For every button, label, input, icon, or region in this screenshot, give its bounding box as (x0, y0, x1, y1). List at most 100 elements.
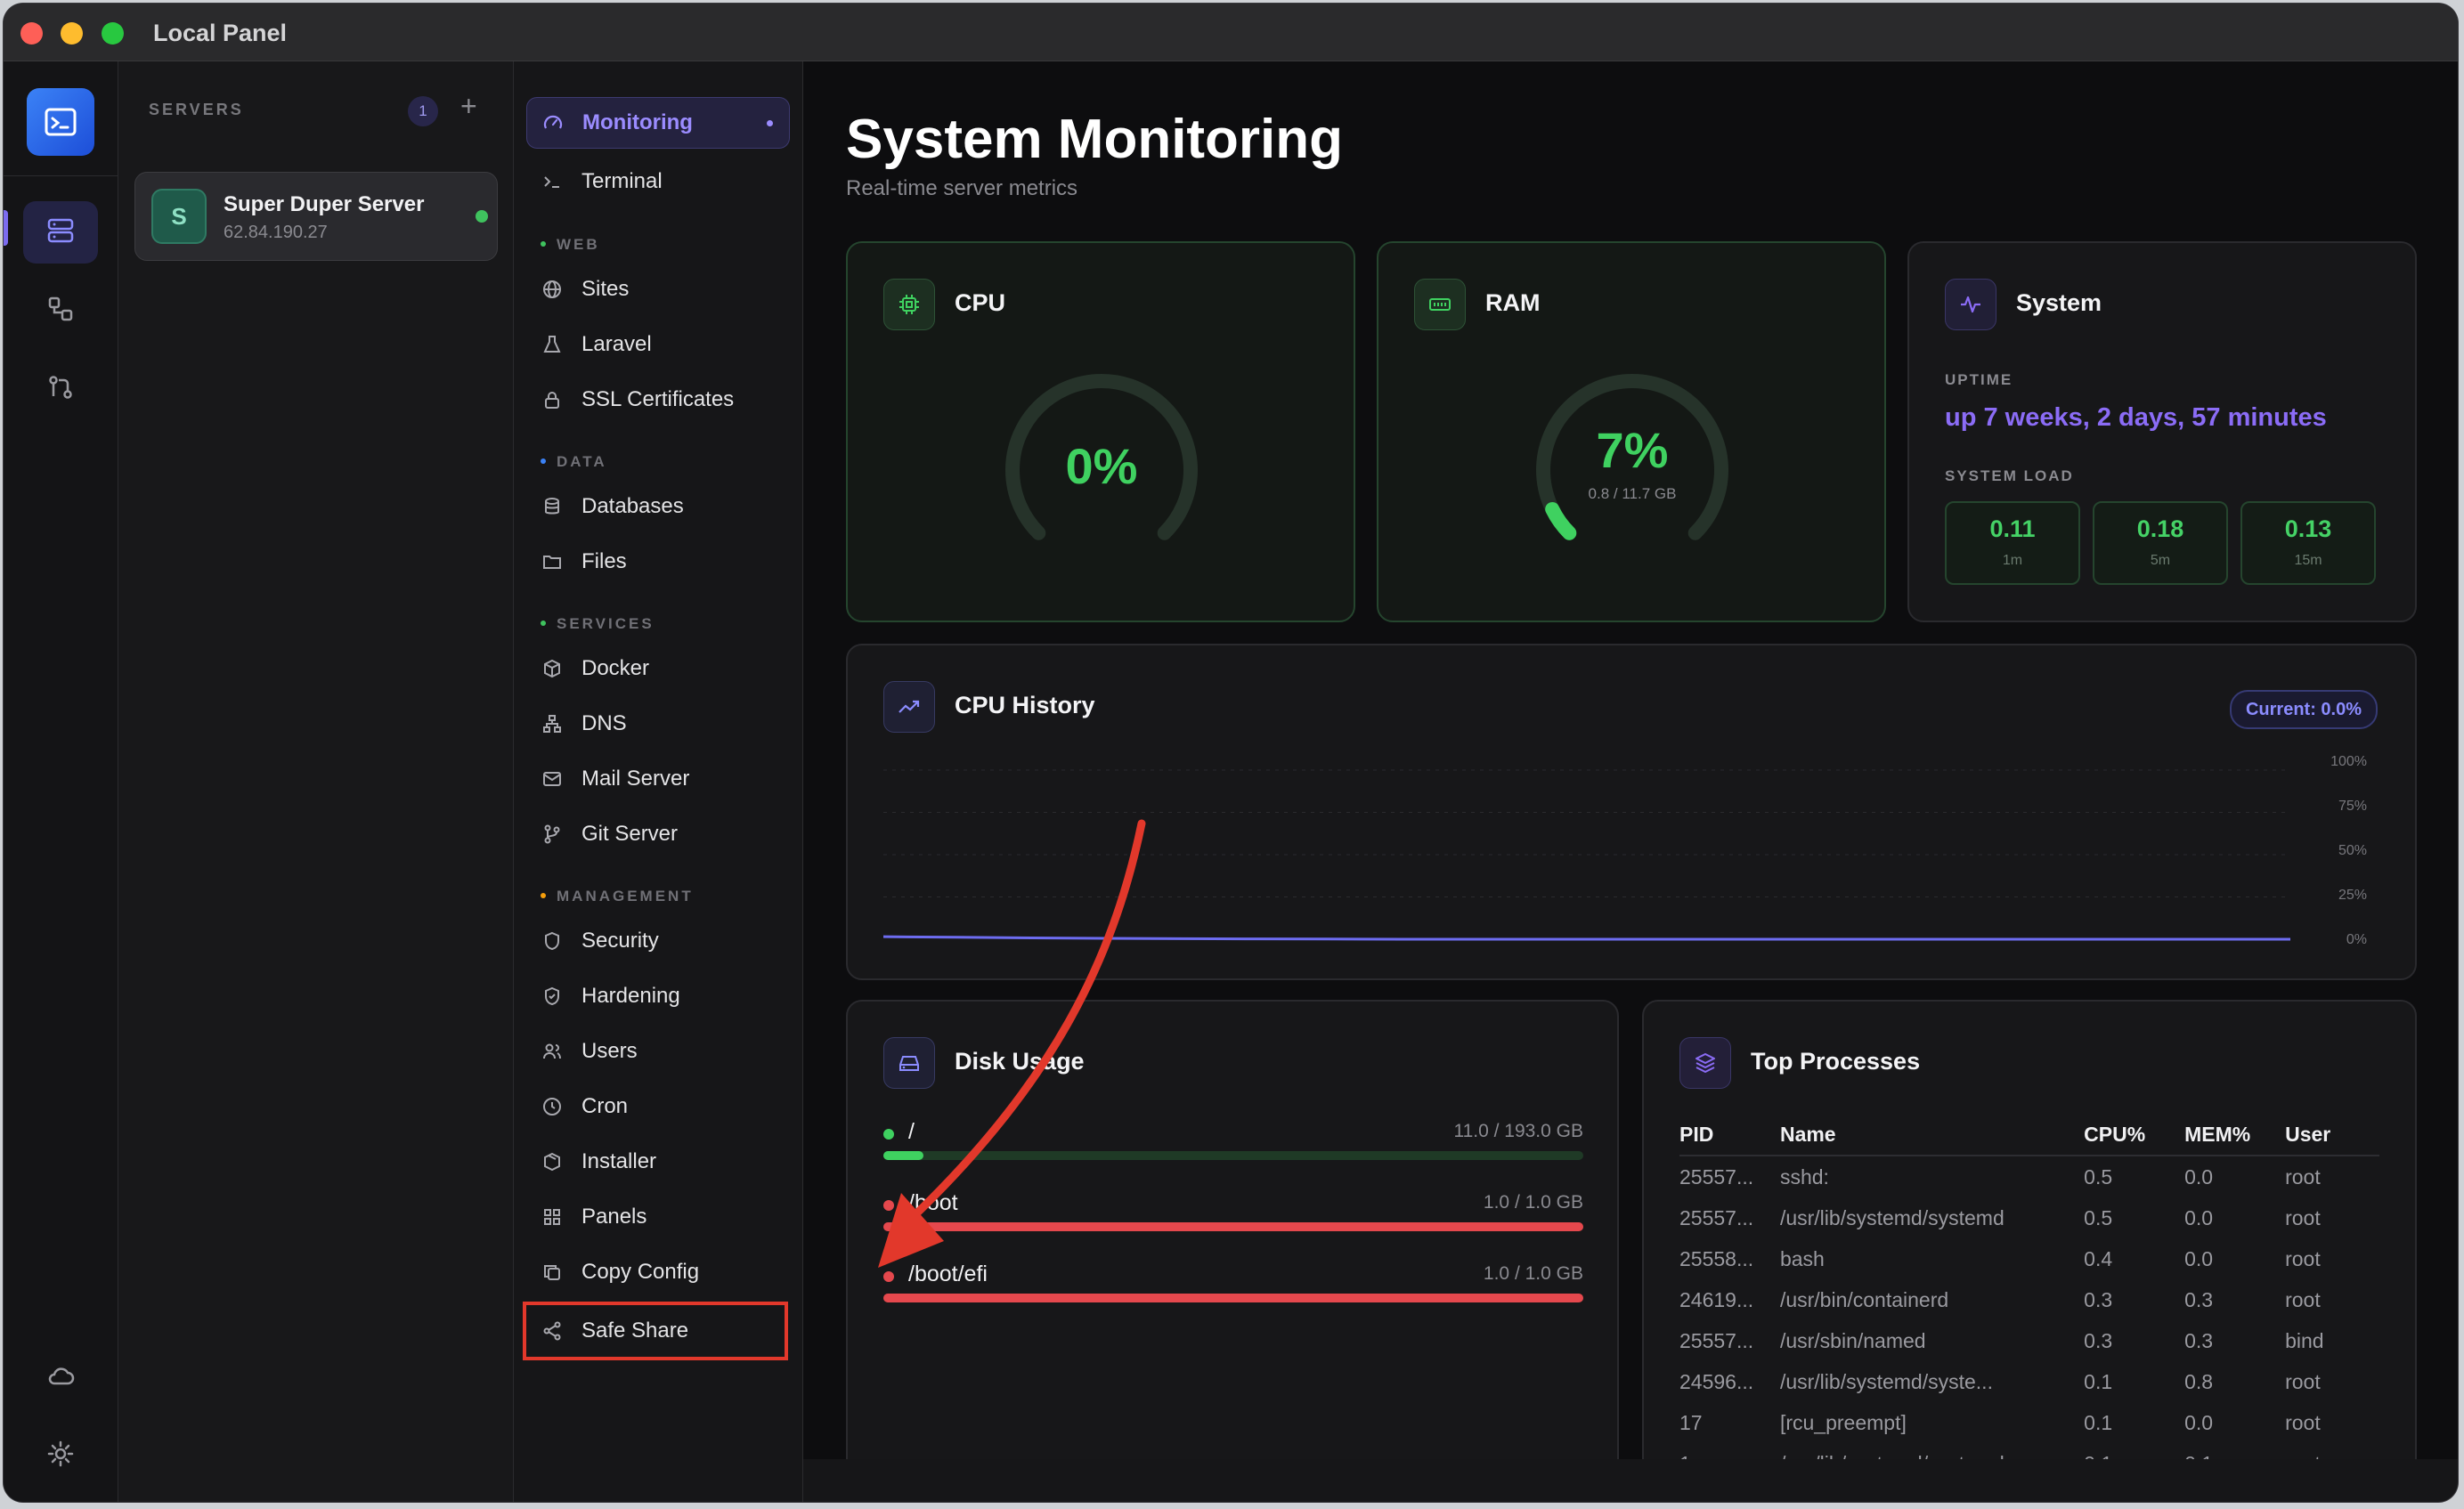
table-cell: root (2285, 1369, 2321, 1393)
nav-item-cron[interactable]: Cron (526, 1081, 790, 1132)
column-header[interactable]: PID (1679, 1117, 1780, 1156)
table-cell: 25557... (1679, 1164, 1754, 1189)
table-row[interactable]: 25557... sshd: 0.5 0.0 root (1679, 1156, 2379, 1197)
page-title: System Monitoring (846, 109, 1344, 170)
cloud-rail-button[interactable] (23, 1346, 98, 1408)
settings-rail-button[interactable] (23, 1424, 98, 1487)
column-header[interactable]: MEM% (2184, 1117, 2286, 1156)
table-cell: 0.4 (2084, 1246, 2113, 1270)
load-value: 0.11 (1989, 515, 2036, 542)
nav-item-ssl-certificates[interactable]: SSL Certificates (526, 374, 790, 426)
table-cell: 24619... (1679, 1287, 1754, 1311)
top-processes-title: Top Processes (1751, 1048, 1921, 1075)
nav-item-git-server[interactable]: Git Server (526, 808, 790, 860)
git-branch-icon (539, 821, 565, 848)
server-count-badge: 1 (408, 96, 438, 126)
system-load-label: SYSTEM LOAD (1945, 467, 2074, 484)
cpu-gauge: 0% (999, 368, 1204, 572)
nav-item-dns[interactable]: DNS (526, 698, 790, 750)
cpu-history-title: CPU History (955, 692, 1095, 718)
table-row[interactable]: 17 [rcu_preempt] 0.1 0.0 root (1679, 1402, 2379, 1443)
nav-item-monitoring[interactable]: Monitoring (526, 97, 790, 149)
nav-item-mail-server[interactable]: Mail Server (526, 753, 790, 805)
disk-bar-track (883, 1151, 1583, 1160)
table-row[interactable]: 1/usr/lib/systemd/systemd0.10.1root (1679, 1443, 2379, 1460)
minimize-window-button[interactable] (61, 22, 83, 45)
globe-icon (539, 276, 565, 303)
annotation-highlight-box (523, 1302, 788, 1360)
disk-size: 1.0 / 1.0 GB (1483, 1192, 1583, 1213)
column-header[interactable]: Name (1779, 1117, 2085, 1156)
nav-item-docker[interactable]: Docker (526, 643, 790, 694)
nav-item-users[interactable]: Users (526, 1026, 790, 1077)
table-cell: root (2285, 1246, 2321, 1270)
nav-section-data: DATA (541, 453, 607, 471)
servers-rail-button[interactable] (23, 201, 98, 264)
disk-bar-track (883, 1222, 1583, 1231)
system-title: System (2016, 289, 2102, 316)
top-processes-card: Top Processes PID Name CPU% MEM% User 25557.… (1642, 1000, 2417, 1459)
ram-title: RAM (1485, 289, 1541, 316)
window-title: Local Panel (153, 20, 288, 46)
column-header[interactable]: CPU% (2084, 1117, 2185, 1156)
nav-item-label: Files (581, 549, 627, 573)
table-cell: 0.3 (2084, 1287, 2113, 1311)
nav-item-label: Monitoring (582, 110, 693, 134)
app-logo-icon (27, 88, 94, 156)
nav-item-copy-config[interactable]: Copy Config (526, 1246, 790, 1298)
nav-item-label: Cron (581, 1094, 629, 1118)
disk-row: / 11.0 / 193.0 GB (883, 1117, 1583, 1180)
git-compare-rail-button[interactable] (23, 358, 98, 420)
cpu-card: CPU 0% (846, 241, 1355, 622)
server-card[interactable]: S Super Duper Server 62.84.190.27 (134, 172, 498, 261)
table-row[interactable]: 25557... /usr/sbin/named 0.3 0.3 bind (1679, 1320, 2379, 1361)
nav-item-laravel[interactable]: Laravel (526, 319, 790, 370)
table-cell: /usr/lib/systemd/systemd (1780, 1443, 2084, 1460)
section-dot (541, 240, 546, 247)
nav-item-label: Installer (581, 1149, 657, 1173)
table-row[interactable]: 25558... bash 0.4 0.0 root (1679, 1238, 2379, 1279)
nav-item-label: SSL Certificates (581, 387, 735, 411)
table-cell: bind (2285, 1328, 2324, 1352)
server-nav: Monitoring Terminal WEB Sites Laravel SS… (514, 61, 803, 1502)
nav-item-panels[interactable]: Panels (526, 1191, 790, 1243)
table-cell: bash (1779, 1246, 1825, 1270)
box-icon (539, 655, 565, 682)
nav-item-databases[interactable]: Databases (526, 481, 790, 532)
column-header[interactable]: User (2285, 1117, 2379, 1156)
table-cell: root (2285, 1443, 2379, 1460)
table-cell: root (2285, 1164, 2321, 1189)
copy-icon (539, 1259, 565, 1286)
gear-icon (45, 1439, 76, 1473)
section-dot (541, 892, 546, 898)
server-online-indicator (476, 210, 488, 223)
nav-item-security[interactable]: Security (526, 915, 790, 967)
nav-item-label: Panels (581, 1205, 647, 1229)
nav-item-sites[interactable]: Sites (526, 264, 790, 315)
load-15m: 0.13 15m (2240, 501, 2376, 585)
table-row[interactable]: 24619... /usr/bin/containerd 0.3 0.3 root (1679, 1279, 2379, 1320)
table-cell: 0.1 (2184, 1443, 2285, 1460)
nav-item-hardening[interactable]: Hardening (526, 970, 790, 1022)
workflow-icon (46, 295, 75, 328)
shield-icon (539, 928, 565, 954)
nav-item-label: Docker (581, 656, 650, 680)
nav-item-installer[interactable]: Installer (526, 1136, 790, 1188)
uptime-value: up 7 weeks, 2 days, 57 minutes (1945, 403, 2327, 432)
close-window-button[interactable] (20, 22, 43, 45)
nav-item-label: Mail Server (581, 767, 690, 791)
table-row[interactable]: 25557... /usr/lib/systemd/systemd 0.5 0.0 ro… (1679, 1197, 2379, 1238)
lock-icon (539, 386, 565, 413)
table-row[interactable]: 24596... /usr/lib/systemd/syste... 0.1 0.8 r… (1679, 1361, 2379, 1402)
current-cpu-badge: Current: 0.0% (2229, 690, 2378, 729)
ram-gauge: 7% 0.8 / 11.7 GB (1530, 368, 1735, 572)
table-cell: 0.0 (2184, 1246, 2214, 1270)
server-stack-icon (45, 215, 76, 250)
connections-rail-button[interactable] (23, 280, 98, 342)
zoom-window-button[interactable] (102, 22, 124, 45)
nav-item-terminal[interactable]: Terminal (526, 156, 790, 207)
add-server-button[interactable]: + (460, 90, 477, 123)
table-cell: 0.5 (2084, 1164, 2113, 1189)
nav-item-files[interactable]: Files (526, 536, 790, 588)
section-title: MANAGEMENT (557, 888, 694, 905)
